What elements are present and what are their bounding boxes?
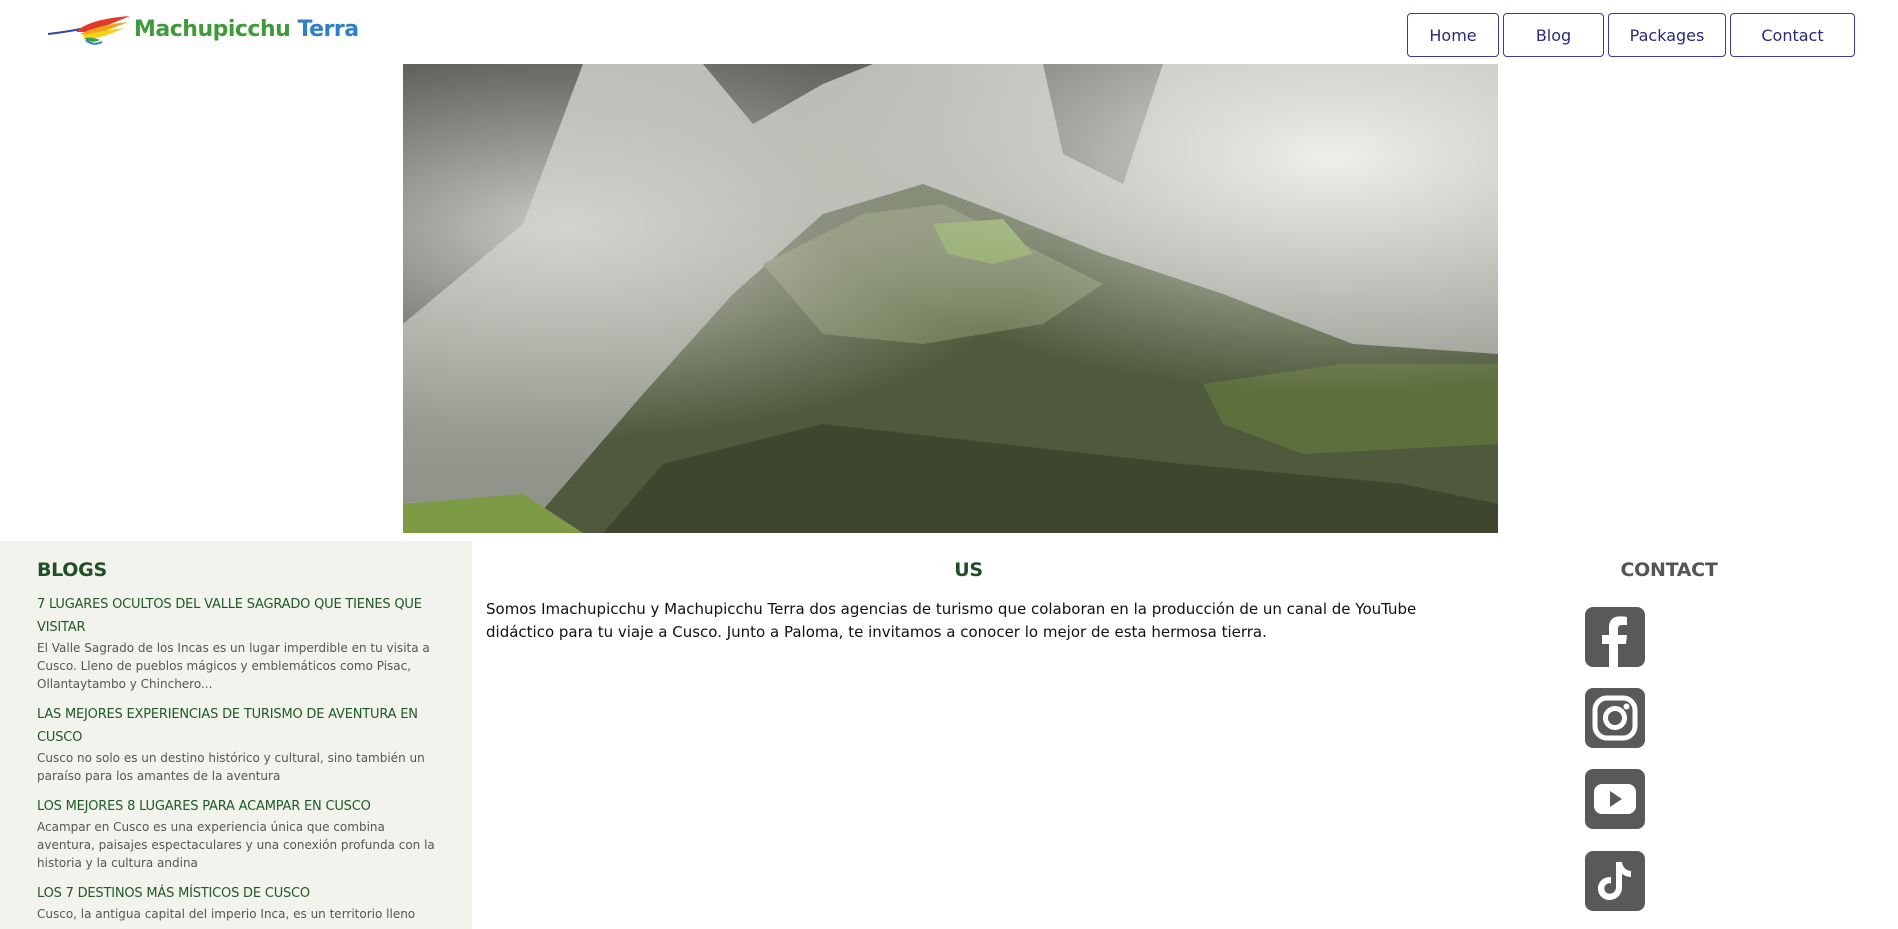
nav-contact-button[interactable]: Contact: [1730, 13, 1855, 57]
blog-excerpt: Cusco, la antigua capital del imperio In…: [37, 907, 416, 921]
blog-excerpt: El Valle Sagrado de los Incas es un luga…: [37, 641, 430, 691]
tiktok-icon[interactable]: [1585, 851, 1645, 911]
blog-list: 7 LUGARES OCULTOS DEL VALLE SAGRADO QUE …: [37, 593, 442, 923]
blog-item[interactable]: LOS MEJORES 8 LUGARES PARA ACAMPAR EN CU…: [37, 795, 442, 872]
blog-title-link[interactable]: LOS MEJORES 8 LUGARES PARA ACAMPAR EN CU…: [37, 795, 442, 818]
nav-home-button[interactable]: Home: [1407, 13, 1499, 57]
blog-title-link[interactable]: 7 LUGARES OCULTOS DEL VALLE SAGRADO QUE …: [37, 593, 442, 639]
hero-image: [403, 64, 1498, 533]
us-section: US Somos Imachupicchu y Machupicchu Terr…: [486, 541, 1451, 929]
blog-item[interactable]: 7 LUGARES OCULTOS DEL VALLE SAGRADO QUE …: [37, 593, 442, 693]
youtube-icon[interactable]: [1585, 769, 1645, 829]
blog-item[interactable]: LOS 7 DESTINOS MÁS MÍSTICOS DE CUSCO Cus…: [37, 882, 442, 923]
hummingbird-logo-icon: [47, 16, 130, 45]
blog-title-link[interactable]: LAS MEJORES EXPERIENCIAS DE TURISMO DE A…: [37, 703, 442, 749]
instagram-icon[interactable]: [1585, 688, 1645, 748]
logo-word-machupicchu: Machupicchu: [134, 16, 291, 42]
us-description: Somos Imachupicchu y Machupicchu Terra d…: [486, 600, 1417, 641]
nav-packages-button[interactable]: Packages: [1608, 13, 1726, 57]
blog-excerpt: Cusco no solo es un destino histórico y …: [37, 751, 425, 783]
machu-picchu-photo-icon: [403, 64, 1498, 533]
social-links: [1585, 541, 1645, 929]
site-header: Machupicchu Terra Home Blog Packages Con…: [0, 0, 1898, 64]
blogs-panel: BLOGS 7 LUGARES OCULTOS DEL VALLE SAGRAD…: [0, 541, 472, 929]
nav-blog-button[interactable]: Blog: [1503, 13, 1604, 57]
logo-text: Machupicchu Terra: [134, 17, 359, 42]
facebook-icon[interactable]: [1585, 607, 1645, 667]
blog-item[interactable]: LAS MEJORES EXPERIENCIAS DE TURISMO DE A…: [37, 703, 442, 785]
main-nav: Home Blog Packages Contact: [1407, 13, 1855, 57]
logo-word-terra: Terra: [297, 16, 359, 42]
blog-title-link[interactable]: LOS 7 DESTINOS MÁS MÍSTICOS DE CUSCO: [37, 882, 442, 905]
blogs-heading: BLOGS: [37, 559, 107, 581]
site-logo[interactable]: Machupicchu Terra: [46, 12, 359, 46]
contact-section: CONTACT: [1560, 541, 1778, 929]
blog-excerpt: Acampar en Cusco es una experiencia únic…: [37, 820, 435, 870]
us-heading: US: [954, 559, 983, 581]
